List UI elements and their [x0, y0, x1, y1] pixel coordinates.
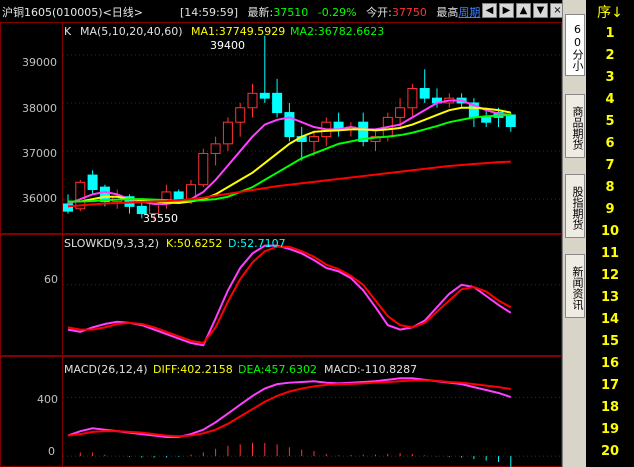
- sequence-number: 1: [605, 26, 615, 41]
- period-link[interactable]: 周期: [458, 6, 480, 19]
- macd-line: [67, 379, 511, 438]
- kline-y-tick: 39000: [22, 56, 57, 69]
- tab-news[interactable]: 新闻资讯: [565, 254, 585, 318]
- sequence-number: 19: [600, 422, 620, 437]
- tab-60min[interactable]: 60分小: [565, 14, 585, 76]
- sequence-number: 10: [600, 224, 620, 239]
- sequence-number: 4: [605, 92, 615, 107]
- kline-ma-label: MA(5,10,20,40,60): [80, 25, 183, 38]
- candle-body: [259, 92, 270, 99]
- latest-value: 37510: [273, 6, 309, 19]
- kd-d-value: D:52.7107: [228, 237, 286, 250]
- macd-diff-value: DIFF:402.2158: [153, 363, 233, 376]
- change-percent: -0.29%: [317, 6, 357, 19]
- tab-commodity-futures[interactable]: 商品期货: [565, 94, 585, 158]
- macd-label: MACD(26,12,4): [64, 363, 148, 376]
- kd-y-tick: 60: [44, 273, 58, 286]
- side-tab-strip: 60分小 商品期货 股指期货 新闻资讯: [562, 0, 587, 467]
- kline-k-label: K: [64, 25, 72, 38]
- candle-body: [63, 203, 73, 212]
- kd-line: [67, 244, 512, 347]
- sequence-number: 20: [600, 444, 620, 459]
- candle-body: [505, 114, 516, 128]
- sequence-header[interactable]: 序↓: [586, 2, 634, 22]
- kline-ma1-value: MA1:37749.5929: [191, 25, 286, 38]
- kline-y-tick: 37000: [22, 147, 57, 160]
- candle-body: [210, 143, 221, 154]
- quote-info: [14:59:59] 最新:37510 -0.29% 今开:37750 最高周期: [180, 4, 486, 20]
- candle-body: [247, 92, 258, 109]
- instrument-title: 沪铜1605(010005)<日线>: [2, 6, 144, 19]
- chart-area[interactable]: K MA(5,10,20,40,60) MA1:37749.5929 MA2:3…: [0, 22, 562, 467]
- quote-header: 沪铜1605(010005)<日线> [14:59:59] 最新:37510 -…: [0, 0, 565, 23]
- candle-body: [309, 136, 319, 142]
- candle-body: [419, 88, 430, 99]
- kline-ma2-value: MA2:36782.6623: [290, 25, 385, 38]
- quote-time: [14:59:59]: [180, 6, 238, 19]
- tab-index-futures[interactable]: 股指期货: [565, 174, 585, 238]
- macd-macd-value: MACD:-110.8287: [324, 363, 418, 376]
- macd-dea-value: DEA:457.6302: [238, 363, 317, 376]
- arrow-up-icon[interactable]: ▲: [516, 3, 531, 18]
- sequence-number: 7: [605, 158, 615, 173]
- open-label: 今开:: [366, 6, 392, 19]
- candle-body: [198, 152, 209, 186]
- candle-body: [272, 92, 283, 114]
- sequence-number: 17: [600, 378, 620, 393]
- macd-y-tick: 0: [48, 445, 55, 458]
- sequence-number: 15: [600, 334, 620, 349]
- candle-body: [395, 107, 406, 118]
- sequence-number: 14: [600, 312, 620, 327]
- high-price-marker: 39400: [210, 39, 245, 52]
- arrow-right-icon[interactable]: ▶: [499, 3, 514, 18]
- kd-label: SLOWKD(9,3,3,2): [64, 237, 160, 250]
- candle-body: [407, 88, 418, 109]
- kline-y-tick: 38000: [22, 102, 57, 115]
- candle-body: [284, 112, 295, 138]
- kd-k-value: K:50.6252: [166, 237, 223, 250]
- open-value: 37750: [391, 6, 427, 19]
- kline-y-tick: 36000: [22, 192, 57, 205]
- highest-label: 最高: [436, 6, 459, 19]
- sequence-column: 序↓ 1 2 3 4 5 6 7 8 9 10 11 12 13 14 15 16 17 18 19 20: [586, 0, 634, 467]
- kd-line: [67, 245, 512, 345]
- sequence-number: 8: [605, 180, 615, 195]
- macd-y-tick: 400: [37, 393, 58, 406]
- arrow-down-icon[interactable]: ▼: [533, 3, 548, 18]
- sequence-number: 3: [605, 70, 615, 85]
- arrow-left-icon[interactable]: ◀: [482, 3, 497, 18]
- sequence-number: 9: [605, 202, 615, 217]
- sequence-number: 12: [600, 268, 620, 283]
- sequence-number: 11: [600, 246, 620, 261]
- candle-body: [235, 107, 246, 123]
- kd-panel-frame: [0, 234, 562, 356]
- sequence-number: 13: [600, 290, 620, 305]
- candle-body: [481, 116, 492, 123]
- sequence-number: 18: [600, 400, 620, 415]
- candle-body: [87, 174, 98, 191]
- macd-line: [67, 377, 512, 439]
- sequence-number: 16: [600, 356, 620, 371]
- latest-label: 最新:: [247, 6, 274, 19]
- low-price-marker: 35550: [143, 212, 178, 225]
- sequence-number: 6: [605, 136, 615, 151]
- window-controls: ◀ ▶ ▲ ▼ ×: [482, 3, 565, 18]
- sequence-number: 2: [605, 48, 615, 63]
- sequence-number: 5: [605, 114, 615, 129]
- candle-body: [222, 121, 233, 145]
